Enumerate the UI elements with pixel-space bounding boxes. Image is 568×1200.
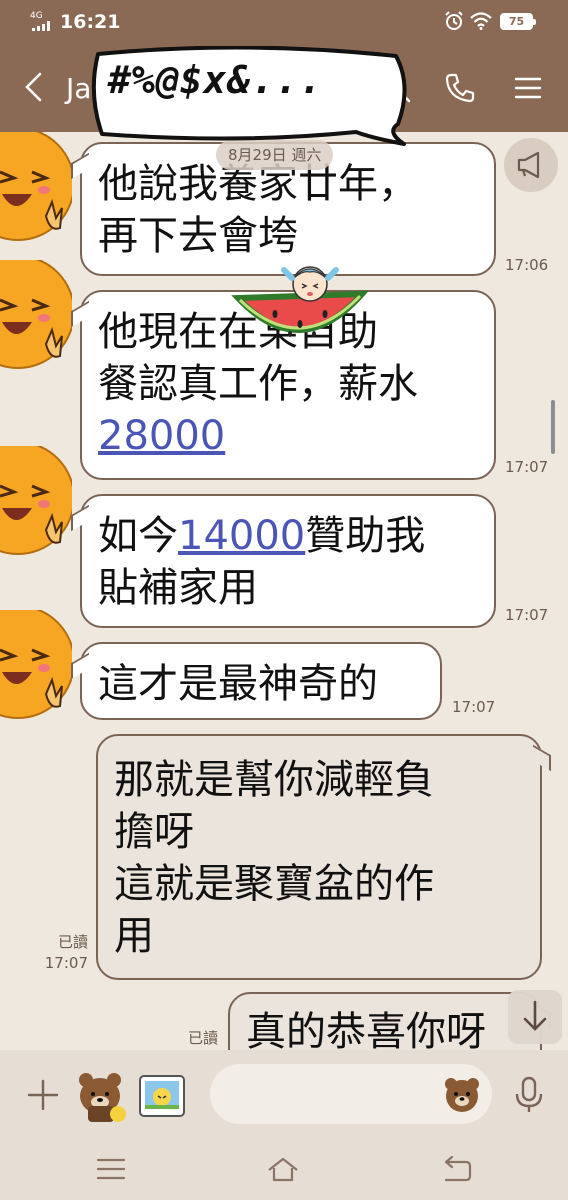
network-type: 4G [30, 11, 43, 21]
scroll-to-bottom-icon[interactable] [508, 990, 562, 1044]
menu-icon[interactable] [510, 70, 546, 106]
emoji-icon[interactable] [442, 1074, 482, 1114]
message-line: 真的恭喜你呀 [246, 1009, 486, 1050]
signal-icon [32, 21, 56, 31]
message-line: 擔呀 [114, 809, 194, 855]
read-receipt: 已讀 [170, 1028, 218, 1049]
status-bar: 4G 16:21 75 [0, 0, 568, 44]
message-line: 貼補家用 [98, 565, 258, 611]
scrollbar-thumb[interactable] [551, 400, 555, 454]
contact-avatar[interactable] [0, 260, 72, 372]
message-time: 17:07 [505, 458, 549, 476]
message-line: 用 [114, 913, 154, 959]
wifi-icon [470, 12, 492, 30]
contact-avatar[interactable] [0, 610, 72, 722]
photo-sticker-icon[interactable] [136, 1070, 188, 1122]
outgoing-message[interactable]: 那就是幫你減輕負 擔呀 這就是聚寶盆的作 用 [96, 734, 542, 980]
system-navigation-bar [0, 1140, 568, 1200]
incoming-message[interactable]: 這才是最神奇的 [80, 642, 442, 720]
read-label: 已讀 [57, 933, 88, 951]
message-text: 如今 [98, 513, 178, 559]
plus-icon[interactable] [26, 1078, 60, 1112]
read-receipt: 已讀 17:07 [30, 932, 88, 974]
microphone-icon[interactable] [512, 1076, 546, 1114]
contact-avatar[interactable] [0, 132, 72, 244]
back-arrow-icon[interactable] [18, 70, 52, 104]
contact-avatar[interactable] [0, 446, 72, 558]
alarm-icon [445, 11, 463, 30]
number-link[interactable]: 28000 [98, 413, 225, 459]
incoming-message[interactable]: 如今14000贊助我 貼補家用 [80, 494, 496, 628]
message-time: 17:06 [505, 256, 549, 274]
message-line: 那就是幫你減輕負 [114, 757, 434, 803]
watermelon-sticker [231, 266, 369, 337]
message-time: 17:07 [505, 606, 549, 624]
number-link[interactable]: 14000 [178, 513, 305, 559]
outgoing-message[interactable]: 真的恭喜你呀 [228, 992, 542, 1050]
chat-messages-area[interactable]: 他說我養家廿年， 再下去會垮 17:06 他現在在某自助 餐認真工作，薪水 28… [0, 132, 568, 1050]
recents-icon[interactable] [94, 1154, 128, 1184]
clock: 16:21 [60, 11, 121, 33]
home-icon[interactable] [266, 1154, 300, 1184]
sticker-text: #%@$x&... [108, 58, 323, 102]
message-composer [0, 1050, 568, 1140]
message-line: 這才是最神奇的 [98, 661, 378, 707]
message-text: 贊助我 [305, 513, 426, 559]
read-label: 已讀 [187, 1029, 218, 1047]
megaphone-icon[interactable] [504, 138, 558, 192]
phone-icon[interactable] [442, 70, 478, 106]
back-icon[interactable] [440, 1154, 474, 1184]
battery-indicator: 75 [500, 13, 536, 30]
brown-bear-sticker-icon[interactable] [74, 1068, 130, 1124]
message-line: 這就是聚寶盆的作 [114, 861, 434, 907]
message-time: 17:07 [44, 954, 88, 972]
message-time: 17:07 [452, 698, 496, 716]
